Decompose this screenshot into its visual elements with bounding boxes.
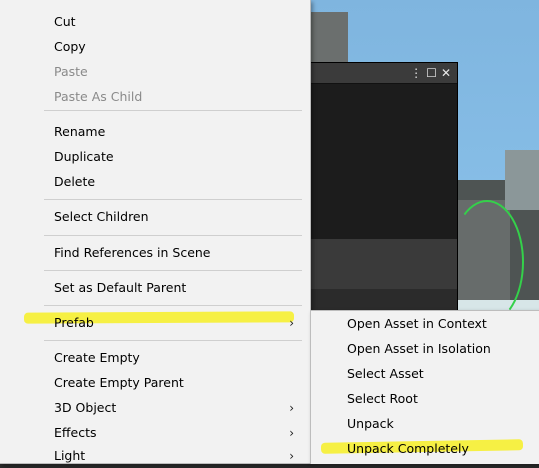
submenu-item-open-asset-context[interactable]: Open Asset in Context [311,312,539,336]
menu-item-find-references[interactable]: Find References in Scene [0,241,310,265]
chevron-right-icon: › [289,401,294,415]
prefab-submenu: Open Asset in Context Open Asset in Isol… [310,310,539,464]
submenu-item-open-asset-isolation[interactable]: Open Asset in Isolation [311,337,539,361]
menu-separator [44,340,302,341]
menu-separator [44,110,302,111]
scene-block [505,150,539,210]
menu-separator [44,199,302,200]
menu-item-label: Effects [54,425,97,440]
menu-item-3d-object[interactable]: 3D Object › [0,396,310,420]
chevron-right-icon: › [289,426,294,440]
menu-item-copy[interactable]: Copy [0,35,310,59]
menu-item-light[interactable]: Light › [0,444,310,468]
submenu-item-unpack[interactable]: Unpack [311,412,539,436]
chevron-right-icon: › [289,316,294,330]
selection-gizmo [450,200,524,324]
submenu-item-select-root[interactable]: Select Root [311,387,539,411]
menu-item-label: Light [54,448,86,463]
maximize-icon[interactable]: ☐ [426,66,437,80]
menu-item-delete[interactable]: Delete [0,170,310,194]
menu-item-paste-as-child: Paste As Child [54,89,143,104]
menu-separator [44,305,302,306]
editor-panel: ⋮ ☐ ✕ [300,62,458,314]
menu-item-select-children[interactable]: Select Children [0,205,310,229]
submenu-item-select-asset[interactable]: Select Asset [311,362,539,386]
menu-item-rename[interactable]: Rename [0,120,310,144]
menu-separator [44,235,302,236]
kebab-menu-icon[interactable]: ⋮ [410,66,422,80]
menu-item-effects[interactable]: Effects › [0,421,310,445]
hierarchy-context-menu: Cut Copy Paste Paste As Child Rename Dup… [0,0,311,464]
close-icon[interactable]: ✕ [441,66,451,80]
menu-item-paste: Paste [54,64,88,79]
panel-toolbar [301,239,457,289]
menu-item-duplicate[interactable]: Duplicate [0,145,310,169]
menu-item-label: Prefab [54,315,94,330]
menu-separator [44,270,302,271]
menu-item-label: 3D Object [54,400,117,415]
menu-item-set-default-parent[interactable]: Set as Default Parent [0,276,310,300]
menu-item-create-empty-parent[interactable]: Create Empty Parent [0,371,310,395]
menu-item-cut[interactable]: Cut [0,10,310,34]
submenu-item-unpack-completely[interactable]: Unpack Completely [311,437,539,461]
panel-titlebar: ⋮ ☐ ✕ [301,63,457,84]
menu-item-create-empty[interactable]: Create Empty [0,346,310,370]
chevron-right-icon: › [289,449,294,463]
menu-item-prefab[interactable]: Prefab › [0,311,310,335]
